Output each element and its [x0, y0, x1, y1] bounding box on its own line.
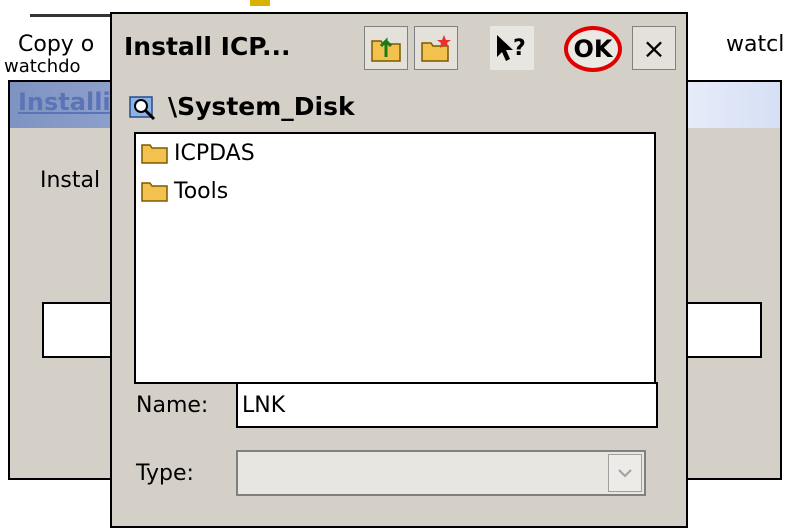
desktop-icon-partial[interactable]	[250, 0, 270, 6]
name-input[interactable]: LNK	[236, 382, 658, 428]
type-label: Type:	[136, 460, 194, 486]
folder-icon	[141, 182, 168, 202]
type-select[interactable]	[236, 450, 646, 496]
current-path-text: \System_Disk	[168, 91, 355, 121]
svg-text:?: ?	[513, 36, 526, 61]
help-button[interactable]: ?	[490, 26, 534, 70]
close-button[interactable]: ×	[632, 26, 676, 70]
file-list[interactable]: ICPDAS Tools	[134, 132, 656, 384]
dialog-title: Install ICP...	[124, 32, 291, 61]
close-icon: ×	[642, 31, 666, 65]
new-folder-button[interactable]	[414, 26, 458, 70]
desktop-icon-partial[interactable]	[30, 0, 120, 17]
install-file-dialog: Install ICP... ? OK × \System_Disk ICPDA…	[110, 12, 688, 528]
type-dropdown-button[interactable]	[608, 454, 642, 492]
chevron-down-icon	[618, 469, 632, 478]
desktop-label-right[interactable]: watcl	[726, 32, 784, 57]
up-folder-button[interactable]	[364, 26, 408, 70]
desktop-label-copy[interactable]: Copy o	[18, 32, 94, 57]
dialog-titlebar: Install ICP... ? OK ×	[112, 14, 686, 80]
file-name: Tools	[174, 178, 229, 204]
name-row: Name: LNK	[136, 382, 658, 428]
background-window-label: Instal	[40, 168, 101, 193]
type-row: Type:	[136, 450, 646, 496]
name-label: Name:	[136, 392, 209, 418]
file-name: ICPDAS	[174, 140, 255, 166]
file-list-item-icpdas[interactable]: ICPDAS	[136, 134, 654, 172]
current-path: \System_Disk	[128, 88, 355, 124]
pointer-help-icon: ?	[497, 35, 526, 61]
desktop-label-watchdog[interactable]: watchdo	[4, 56, 81, 76]
file-list-item-tools[interactable]: Tools	[136, 172, 654, 210]
ok-button[interactable]: OK	[564, 26, 622, 72]
up-folder-icon	[371, 37, 401, 62]
new-folder-icon	[421, 35, 451, 62]
background-window-title: Installi	[18, 88, 111, 116]
folder-icon	[141, 144, 168, 164]
folder-search-icon	[129, 96, 156, 121]
